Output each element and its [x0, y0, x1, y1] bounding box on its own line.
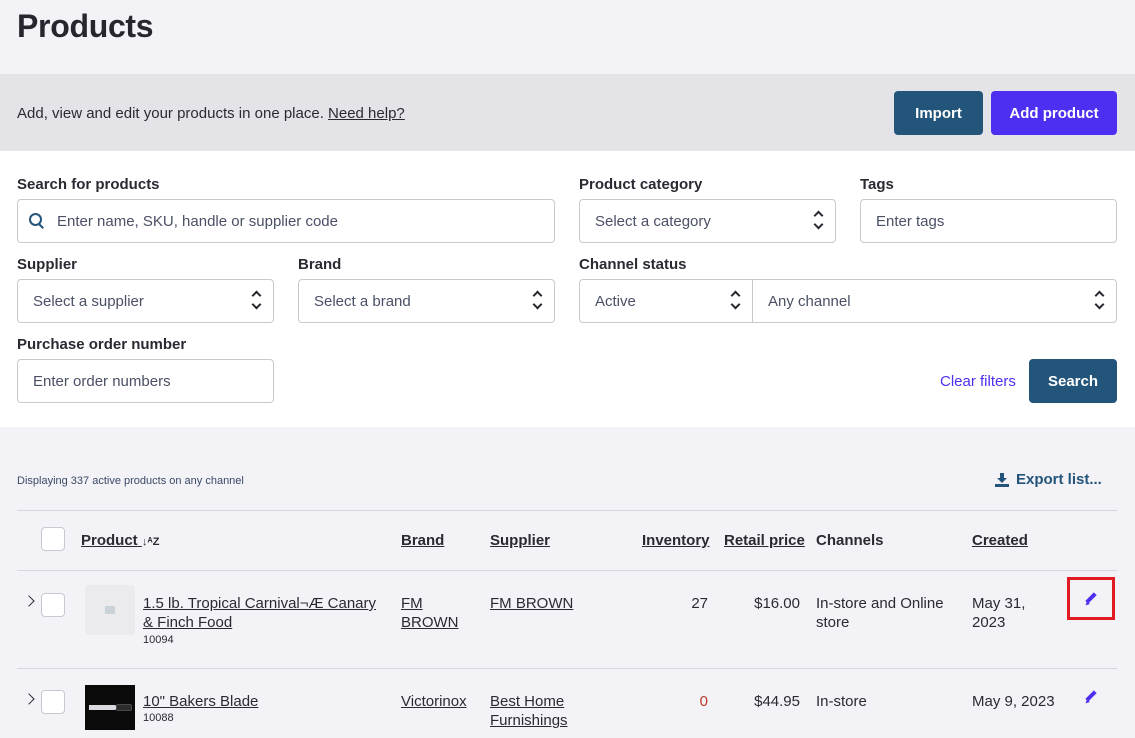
brand-value: Select a brand	[314, 292, 411, 310]
product-name-link[interactable]: 10" Bakers Blade	[143, 692, 258, 711]
row-checkbox[interactable]	[41, 690, 65, 714]
supplier-link[interactable]: Best Home Furnishings	[490, 692, 568, 730]
banner-text: Add, view and edit your products in one …	[17, 105, 405, 122]
highlight-box	[1067, 577, 1115, 620]
product-image	[85, 685, 135, 730]
category-value: Select a category	[595, 212, 711, 230]
po-number-input[interactable]: Enter order numbers	[17, 359, 274, 403]
header-brand[interactable]: Brand	[401, 532, 444, 549]
supplier-label: Supplier	[17, 256, 78, 273]
select-all-checkbox[interactable]	[41, 527, 65, 551]
channel-status-label: Channel status	[579, 256, 687, 273]
product-image-placeholder	[85, 585, 135, 635]
header-channels: Channels	[816, 532, 884, 549]
select-arrows-icon	[251, 289, 263, 313]
export-list-button[interactable]: Export list...	[995, 471, 1102, 488]
header-product[interactable]: Product ↓ᴬZ	[81, 532, 159, 549]
need-help-link[interactable]: Need help?	[328, 105, 405, 122]
created-value: May 9, 2023	[972, 693, 1055, 710]
add-product-button[interactable]: Add product	[991, 91, 1117, 135]
page-header: Products	[0, 0, 1135, 74]
channel-value: Any channel	[768, 292, 851, 310]
header-product-label: Product	[81, 532, 138, 549]
inventory-value: 27	[691, 595, 708, 612]
product-search-input[interactable]: Enter name, SKU, handle or supplier code	[17, 199, 555, 243]
edit-pencil-icon[interactable]	[1083, 690, 1099, 706]
brand-link[interactable]: FM BROWN	[401, 594, 459, 632]
download-icon	[995, 472, 1009, 487]
import-button[interactable]: Import	[894, 91, 983, 135]
header-created[interactable]: Created	[972, 532, 1028, 549]
channels-value: In-store and Online store	[816, 595, 944, 631]
export-label: Export list...	[1016, 471, 1102, 488]
row-checkbox[interactable]	[41, 593, 65, 617]
select-arrows-icon	[813, 209, 825, 233]
header-retail-price[interactable]: Retail price	[724, 532, 805, 549]
tags-input[interactable]: Enter tags	[860, 199, 1117, 243]
search-button[interactable]: Search	[1029, 359, 1117, 403]
brand-link[interactable]: Victorinox	[401, 692, 467, 711]
brand-label: Brand	[298, 256, 342, 273]
supplier-value: Select a supplier	[33, 292, 144, 310]
results-count: Displaying 337 active products on any ch…	[17, 475, 244, 487]
clear-filters-link[interactable]: Clear filters	[940, 373, 1016, 390]
supplier-select[interactable]: Select a supplier	[17, 279, 274, 323]
retail-price-value: $16.00	[754, 595, 800, 612]
channel-select[interactable]: Any channel	[752, 279, 1117, 323]
category-label: Product category	[579, 176, 703, 193]
inventory-value: 0	[699, 693, 708, 710]
product-name-link[interactable]: 1.5 lb. Tropical Carnival¬Æ Canary & Fin…	[143, 594, 376, 632]
product-sku: 10094	[143, 634, 174, 646]
sort-icon[interactable]: ↓ᴬZ	[142, 536, 160, 548]
search-icon	[29, 213, 45, 229]
status-value: Active	[595, 292, 636, 310]
created-value: May 31, 2023	[972, 595, 1026, 631]
select-arrows-icon	[730, 289, 742, 313]
search-placeholder: Enter name, SKU, handle or supplier code	[57, 212, 338, 230]
header-inventory[interactable]: Inventory	[642, 532, 710, 549]
tags-placeholder: Enter tags	[876, 212, 945, 230]
category-select[interactable]: Select a category	[579, 199, 836, 243]
status-select[interactable]: Active	[579, 279, 753, 323]
select-arrows-icon	[1094, 289, 1106, 313]
supplier-link[interactable]: FM BROWN	[490, 594, 573, 613]
retail-price-value: $44.95	[754, 693, 800, 710]
product-sku: 10088	[143, 712, 174, 724]
page-title: Products	[17, 8, 154, 44]
search-label: Search for products	[17, 176, 160, 193]
po-placeholder: Enter order numbers	[33, 372, 171, 390]
brand-select[interactable]: Select a brand	[298, 279, 555, 323]
header-supplier[interactable]: Supplier	[490, 532, 550, 549]
select-arrows-icon	[532, 289, 544, 313]
tags-label: Tags	[860, 176, 894, 193]
channels-value: In-store	[816, 693, 867, 710]
divider	[17, 510, 1117, 511]
banner-description: Add, view and edit your products in one …	[17, 105, 324, 122]
po-label: Purchase order number	[17, 336, 187, 353]
divider	[17, 668, 1117, 669]
divider	[17, 570, 1117, 571]
